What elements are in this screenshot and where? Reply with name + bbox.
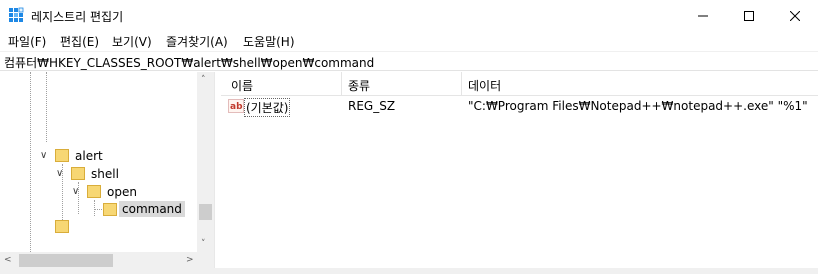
tree-node-shell[interactable]: shell [88, 166, 122, 182]
menu-view[interactable]: 보기(V) [112, 33, 152, 50]
menu-help[interactable]: 도움말(H) [243, 33, 295, 50]
menu-file[interactable]: 파일(F) [8, 33, 46, 50]
value-type: REG_SZ [348, 99, 396, 113]
minimize-button[interactable] [680, 0, 726, 31]
tree-guide-line [30, 72, 31, 252]
column-header-name[interactable]: 이름 [231, 77, 253, 94]
value-list-pane[interactable]: 이름 종류 데이터 ab (기본값) REG_SZ "C:₩Program Fi… [221, 72, 818, 274]
maximize-icon [744, 10, 754, 21]
tree-guide-line [94, 200, 95, 216]
expand-chevron-icon[interactable]: ∨ [40, 150, 47, 161]
list-row[interactable]: ab (기본값) REG_SZ "C:₩Program Files₩Notepa… [221, 97, 818, 117]
tree-node-alert[interactable]: alert [72, 148, 106, 164]
status-bar [0, 268, 818, 274]
key-tree-pane[interactable]: ∨ alert ∨ shell ∨ open command ˄ ˅ < > [0, 72, 215, 274]
registry-editor-app-icon [9, 7, 24, 22]
value-name[interactable]: (기본값) [244, 98, 291, 117]
column-header-type[interactable]: 종류 [348, 77, 370, 94]
tree-vertical-scrollbar[interactable]: ˄ ˅ [197, 72, 214, 252]
scroll-thumb[interactable] [19, 254, 113, 267]
address-bar[interactable]: 컴퓨터₩HKEY_CLASSES_ROOT₩alert₩shell₩open₩c… [0, 51, 818, 71]
menu-favorites[interactable]: 즐겨찾기(A) [166, 33, 228, 50]
address-path[interactable]: 컴퓨터₩HKEY_CLASSES_ROOT₩alert₩shell₩open₩c… [4, 54, 374, 71]
list-header: 이름 종류 데이터 [221, 72, 818, 96]
expand-chevron-icon[interactable]: ∨ [56, 168, 63, 179]
title-bar: 레지스트리 편집기 [0, 0, 818, 31]
scroll-left-arrow-icon[interactable]: < [4, 256, 12, 265]
folder-open-icon [87, 185, 101, 198]
column-divider[interactable] [341, 72, 342, 96]
scroll-down-arrow-icon[interactable]: ˅ [201, 240, 206, 249]
tree-horizontal-scrollbar[interactable]: < > [0, 252, 197, 269]
close-button[interactable] [772, 0, 818, 31]
tree-guide-line [94, 209, 102, 210]
menu-edit[interactable]: 편집(E) [60, 33, 99, 50]
column-header-data[interactable]: 데이터 [468, 77, 501, 94]
scroll-right-arrow-icon[interactable]: > [186, 256, 194, 265]
window-title: 레지스트리 편집기 [31, 10, 124, 24]
folder-icon [55, 220, 69, 233]
close-icon [790, 10, 800, 21]
tree-node-command[interactable]: command [119, 201, 185, 217]
menu-bar: 파일(F) 편집(E) 보기(V) 즐겨찾기(A) 도움말(H) [0, 31, 818, 51]
scrollbar-corner [197, 252, 214, 269]
reg-string-ab-icon: ab [228, 99, 244, 113]
minimize-icon [698, 15, 708, 16]
maximize-button[interactable] [726, 0, 772, 31]
folder-icon [55, 149, 69, 162]
tree-guide-line [46, 72, 47, 142]
folder-icon [103, 203, 117, 216]
svg-text:ab: ab [230, 102, 243, 112]
value-data: "C:₩Program Files₩Notepad++₩notepad++.ex… [468, 99, 808, 113]
expand-chevron-icon[interactable]: ∨ [72, 186, 79, 197]
column-divider[interactable] [461, 72, 462, 96]
scroll-thumb[interactable] [199, 204, 212, 220]
tree-node-open[interactable]: open [104, 184, 140, 200]
scroll-up-arrow-icon[interactable]: ˄ [201, 76, 206, 85]
folder-icon [71, 167, 85, 180]
